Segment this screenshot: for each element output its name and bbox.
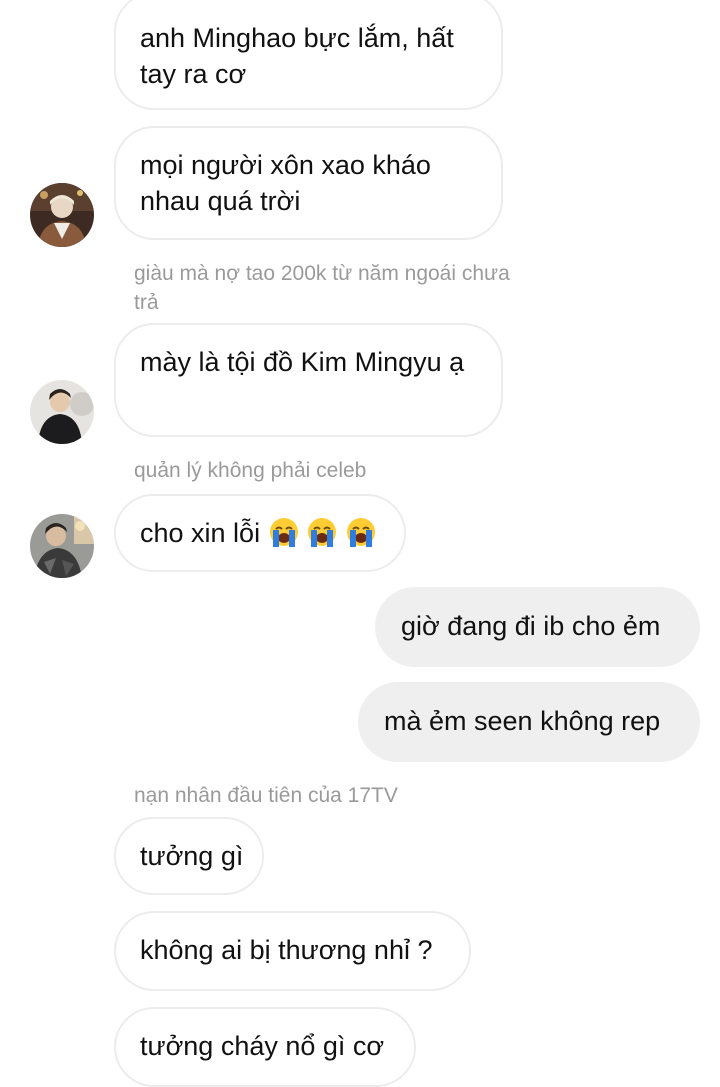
message-bubble[interactable]: cho xin lỗi <box>114 494 406 572</box>
user-avatar-2[interactable] <box>30 380 94 444</box>
message-text: mày là tội đồ Kim Mingyu ạ <box>140 347 465 377</box>
user-avatar-3[interactable] <box>30 514 94 578</box>
loudly-crying-face-icon <box>269 517 299 547</box>
message-bubble[interactable]: mày là tội đồ Kim Mingyu ạ <box>114 323 503 437</box>
message-bubble[interactable]: mà ẻm seen không rep <box>358 682 700 762</box>
avatar-image <box>30 183 94 247</box>
message-text: tưởng cháy nổ gì cơ <box>140 1031 385 1061</box>
user-avatar-1[interactable] <box>30 183 94 247</box>
message-bubble[interactable]: mọi người xôn xao kháo nhau quá trời <box>114 126 503 240</box>
avatar-image <box>30 514 94 578</box>
loudly-crying-face-icon <box>307 517 337 547</box>
loudly-crying-face-icon <box>346 517 376 547</box>
message-bubble[interactable]: tưởng cháy nổ gì cơ <box>114 1007 416 1087</box>
message-bubble[interactable]: anh Minghao bực lắm, hất tay ra cơ <box>114 0 503 110</box>
sender-name: quản lý không phải celeb <box>134 459 367 482</box>
sender-name: giàu mà nợ tao 200k từ năm ngoái chưa tr… <box>134 262 510 314</box>
message-bubble[interactable]: tưởng gì <box>114 817 264 895</box>
message-bubble[interactable]: không ai bị thương nhỉ ? <box>114 911 471 991</box>
sender-name: nạn nhân đầu tiên của 17TV <box>134 784 398 807</box>
message-text: anh Minghao bực lắm, hất tay ra cơ <box>140 23 454 89</box>
message-text: mọi người xôn xao kháo nhau quá trời <box>140 150 431 216</box>
message-text: cho xin lỗi <box>140 518 261 548</box>
message-text: không ai bị thương nhỉ ? <box>140 935 433 965</box>
message-text: tưởng gì <box>140 841 244 871</box>
message-text: mà ẻm seen không rep <box>384 706 661 736</box>
avatar-image <box>30 380 94 444</box>
message-text: giờ đang đi ib cho ẻm <box>401 611 661 641</box>
message-bubble[interactable]: giờ đang đi ib cho ẻm <box>375 587 700 667</box>
